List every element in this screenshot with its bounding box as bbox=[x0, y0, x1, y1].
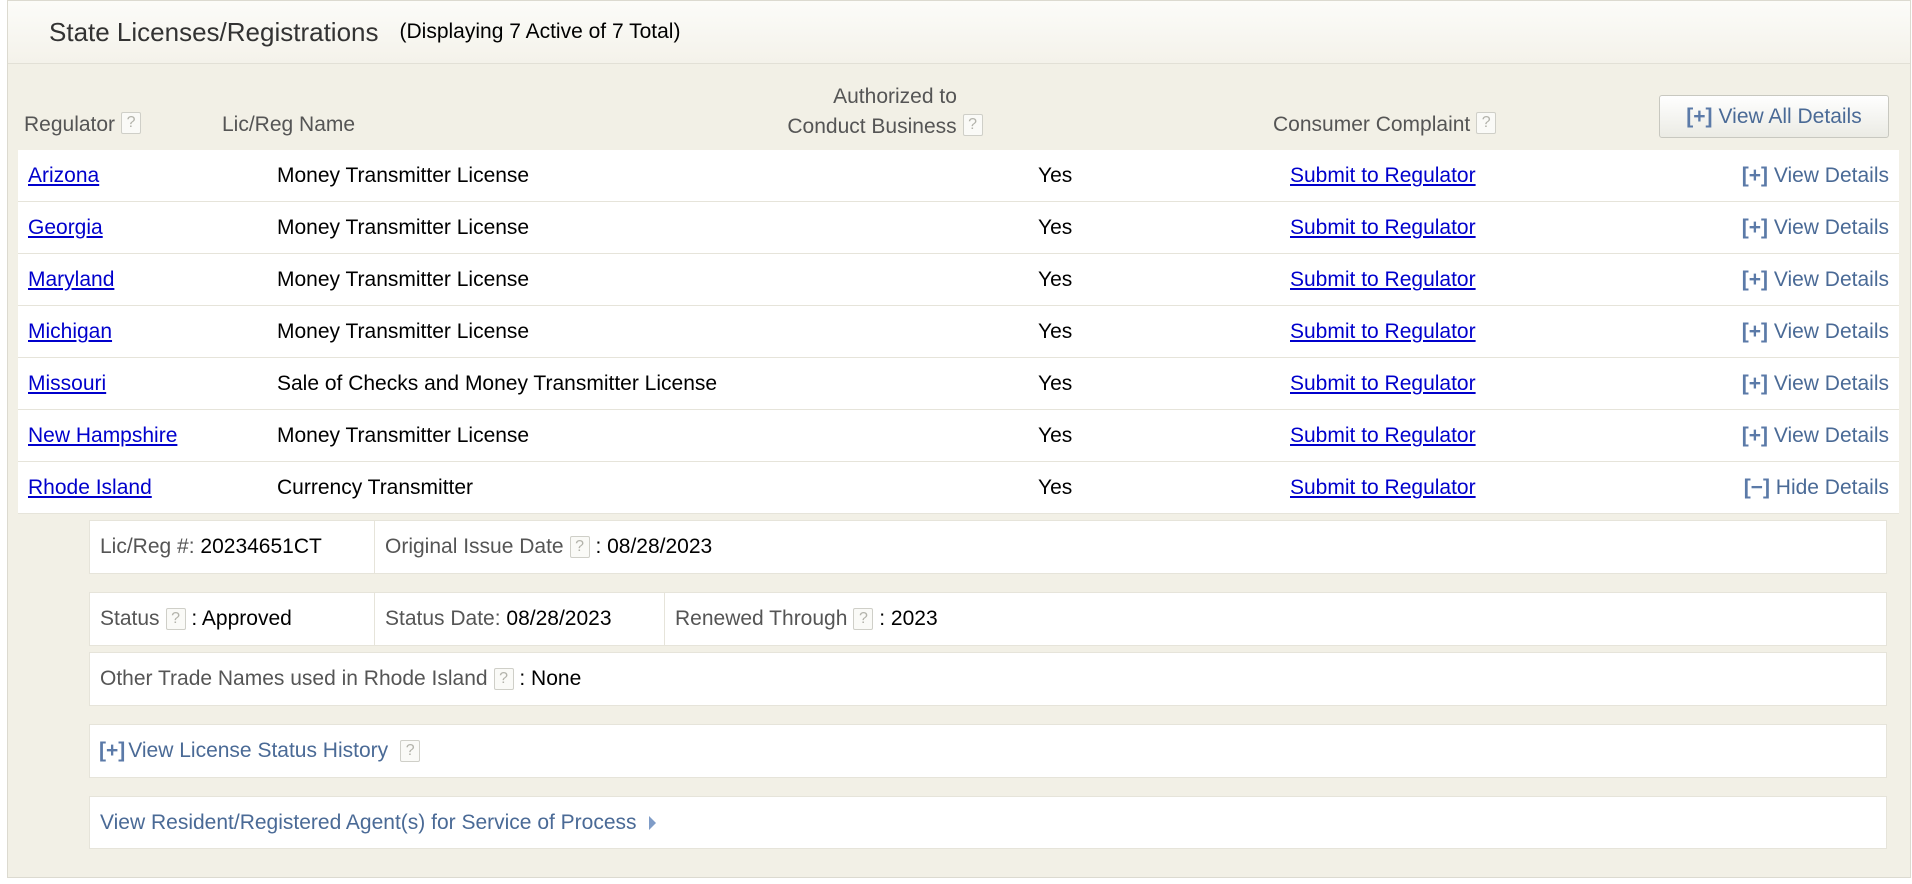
view-registered-agents-link[interactable]: View Resident/Registered Agent(s) for Se… bbox=[100, 811, 637, 835]
history-cell: [+] View License Status History? bbox=[90, 725, 1886, 777]
authorized-value: Yes bbox=[1038, 476, 1073, 499]
detail-row-agents: View Resident/Registered Agent(s) for Se… bbox=[89, 796, 1887, 849]
submit-complaint-link[interactable]: Submit to Regulator bbox=[1290, 462, 1476, 514]
licenses-panel: State Licenses/Registrations (Displaying… bbox=[7, 0, 1911, 878]
expand-icon: [+] bbox=[1686, 104, 1713, 128]
panel-subtitle: (Displaying 7 Active of 7 Total) bbox=[399, 20, 681, 43]
renewed-through-cell: Renewed Through? : 2023 bbox=[664, 593, 1886, 645]
original-issue-date: Original Issue Date? : 08/28/2023 bbox=[374, 521, 1886, 573]
regulator-link[interactable]: Maryland bbox=[28, 254, 114, 306]
column-header-authorized: Authorized to Conduct Business? bbox=[787, 82, 995, 142]
panel-title: State Licenses/Registrations bbox=[49, 16, 379, 47]
regulator-link[interactable]: Michigan bbox=[28, 306, 112, 358]
table-row: New Hampshire Money Transmitter License … bbox=[18, 410, 1899, 462]
view-details-toggle[interactable]: [+] View Details bbox=[1742, 150, 1889, 202]
expand-icon: [+] bbox=[1741, 424, 1768, 447]
licreg-number: Lic/Reg #: 20234651CT bbox=[100, 535, 322, 558]
regulator-link[interactable]: Georgia bbox=[28, 202, 103, 254]
help-icon[interactable]: ? bbox=[165, 608, 186, 630]
help-icon[interactable]: ? bbox=[1476, 112, 1497, 134]
regulator-link[interactable]: New Hampshire bbox=[28, 410, 177, 462]
license-table: Arizona Money Transmitter License Yes Su… bbox=[18, 150, 1899, 514]
table-header: Regulator? Lic/Reg Name Authorized to Co… bbox=[8, 64, 1910, 150]
submit-complaint-link[interactable]: Submit to Regulator bbox=[1290, 254, 1476, 306]
regulator-link[interactable]: Arizona bbox=[28, 150, 99, 202]
column-header-regulator: Regulator? bbox=[24, 110, 142, 140]
help-icon[interactable]: ? bbox=[962, 114, 983, 136]
regulator-link[interactable]: Missouri bbox=[28, 358, 106, 410]
help-icon[interactable]: ? bbox=[853, 608, 874, 630]
submit-complaint-link[interactable]: Submit to Regulator bbox=[1290, 150, 1476, 202]
license-name: Money Transmitter License bbox=[277, 164, 530, 187]
expand-icon: [+] bbox=[1741, 268, 1768, 291]
expand-icon: [+] bbox=[1741, 372, 1768, 395]
expand-icon: [+] bbox=[1741, 164, 1768, 187]
table-row: Missouri Sale of Checks and Money Transm… bbox=[18, 358, 1899, 410]
help-icon[interactable]: ? bbox=[493, 668, 514, 690]
authorized-value: Yes bbox=[1038, 164, 1073, 187]
submit-complaint-link[interactable]: Submit to Regulator bbox=[1290, 202, 1476, 254]
license-name: Money Transmitter License bbox=[277, 424, 530, 447]
table-row: Georgia Money Transmitter License Yes Su… bbox=[18, 202, 1899, 254]
trade-names-cell: Other Trade Names used in Rhode Island? … bbox=[100, 667, 582, 690]
view-details-toggle[interactable]: [+] View Details bbox=[1742, 254, 1889, 306]
authorized-value: Yes bbox=[1038, 268, 1073, 291]
agents-cell: View Resident/Registered Agent(s) for Se… bbox=[90, 797, 1886, 848]
table-row: Michigan Money Transmitter License Yes S… bbox=[18, 306, 1899, 358]
help-icon[interactable]: ? bbox=[121, 112, 142, 134]
license-name: Money Transmitter License bbox=[277, 320, 530, 343]
authorized-value: Yes bbox=[1038, 424, 1073, 447]
detail-row-trade-names: Other Trade Names used in Rhode Island? … bbox=[89, 652, 1887, 706]
expand-icon: [+] bbox=[99, 739, 126, 762]
view-details-toggle[interactable]: [+] View Details bbox=[1742, 306, 1889, 358]
detail-row-history: [+] View License Status History? bbox=[89, 724, 1887, 778]
detail-row-status: Status? : Approved Status Date: 08/28/20… bbox=[89, 592, 1887, 646]
detail-row-licreg: Lic/Reg #: 20234651CT Original Issue Dat… bbox=[89, 520, 1887, 574]
hide-details-toggle[interactable]: [−] Hide Details bbox=[1744, 462, 1889, 514]
table-row: Arizona Money Transmitter License Yes Su… bbox=[18, 150, 1899, 202]
column-header-name: Lic/Reg Name bbox=[222, 113, 356, 136]
regulator-link[interactable]: Rhode Island bbox=[28, 462, 152, 514]
license-name: Sale of Checks and Money Transmitter Lic… bbox=[277, 372, 718, 395]
view-details-toggle[interactable]: [+] View Details bbox=[1742, 410, 1889, 462]
submit-complaint-link[interactable]: Submit to Regulator bbox=[1290, 358, 1476, 410]
submit-complaint-link[interactable]: Submit to Regulator bbox=[1290, 410, 1476, 462]
view-all-details-button[interactable]: [+] View All Details bbox=[1659, 95, 1889, 138]
license-name: Money Transmitter License bbox=[277, 216, 530, 239]
authorized-value: Yes bbox=[1038, 372, 1073, 395]
collapse-icon: [−] bbox=[1743, 476, 1770, 499]
authorized-value: Yes bbox=[1038, 216, 1073, 239]
license-name: Money Transmitter License bbox=[277, 268, 530, 291]
help-icon[interactable]: ? bbox=[569, 536, 590, 558]
license-name: Currency Transmitter bbox=[277, 476, 474, 499]
status-date-cell: Status Date: 08/28/2023 bbox=[374, 593, 664, 645]
view-license-status-history-link[interactable]: [+] View License Status History bbox=[99, 739, 388, 763]
panel-header: State Licenses/Registrations (Displaying… bbox=[8, 1, 1910, 64]
status-cell: Status? : Approved bbox=[100, 607, 292, 630]
expand-icon: [+] bbox=[1741, 216, 1768, 239]
view-details-toggle[interactable]: [+] View Details bbox=[1742, 358, 1889, 410]
submit-complaint-link[interactable]: Submit to Regulator bbox=[1290, 306, 1476, 358]
column-header-complaint: Consumer Complaint? bbox=[1273, 110, 1497, 140]
help-icon[interactable]: ? bbox=[400, 740, 421, 762]
caret-right-icon bbox=[648, 815, 656, 830]
expand-icon: [+] bbox=[1741, 320, 1768, 343]
authorized-value: Yes bbox=[1038, 320, 1073, 343]
table-row: Maryland Money Transmitter License Yes S… bbox=[18, 254, 1899, 306]
view-details-toggle[interactable]: [+] View Details bbox=[1742, 202, 1889, 254]
table-row: Rhode Island Currency Transmitter Yes Su… bbox=[18, 462, 1899, 514]
